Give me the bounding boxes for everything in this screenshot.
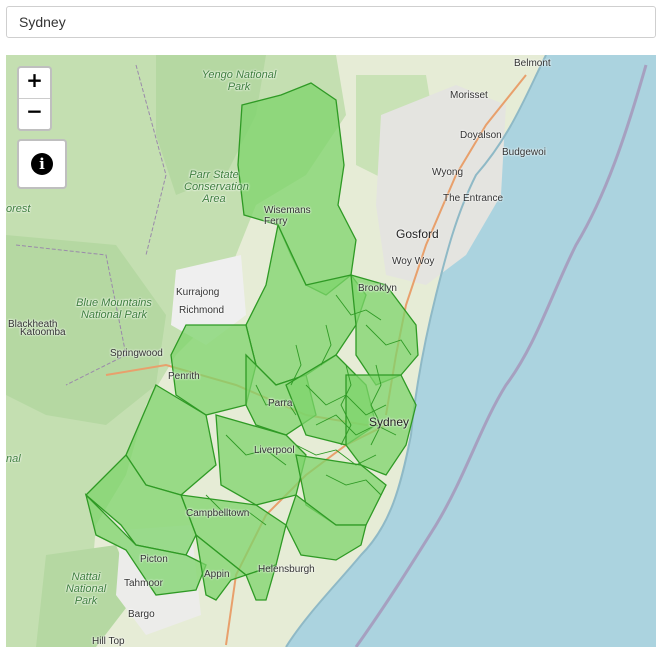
label-forest: orest [6,203,31,215]
label-tahmoor: Tahmoor [124,578,163,589]
label-budgewoi: Budgewoi [502,147,546,158]
label-appin: Appin [204,569,230,580]
label-liverpool: Liverpool [254,445,295,456]
map-tiles [6,55,648,647]
label-wisemans: Wisemans Ferry [264,205,311,227]
label-richmond: Richmond [179,305,225,316]
label-brooklyn: Brooklyn [358,283,397,294]
label-doyalson: Doyalson [460,130,502,141]
zoom-in-button[interactable]: + [19,68,50,98]
label-picton: Picton [140,554,168,565]
info-icon: i [31,153,53,175]
label-sydney: Sydney [369,415,410,429]
label-the-entrance: The Entrance [443,193,504,204]
label-belmont: Belmont [514,58,551,69]
label-campbelltown: Campbelltown [186,508,250,519]
label-nattai: Nattai National Park [65,571,107,607]
label-parramatta: Parra [268,398,293,409]
search-input[interactable]: Sydney [6,6,656,38]
zoom-control: + − [17,66,52,131]
label-penrith: Penrith [168,371,200,382]
label-gosford: Gosford [396,227,439,241]
label-nal: nal [6,453,21,465]
info-button[interactable]: i [17,139,67,189]
label-yengo: Yengo National Park [201,69,277,93]
label-morisset: Morisset [450,90,488,101]
label-springwood: Springwood [110,348,163,359]
label-wyong: Wyong [432,167,464,178]
zoom-out-button[interactable]: − [19,98,50,129]
label-kurrajong: Kurrajong [176,287,220,298]
label-katoomba: Katoomba [20,327,66,338]
map-view[interactable]: + − i Yengo National Park Belmont Moriss… [6,55,656,647]
label-blue-mountains: Blue Mountains National Park [76,297,152,321]
label-woy-woy: Woy Woy [392,256,435,267]
label-parr: Parr State Conservation Area [184,169,249,205]
urban-area [376,85,506,285]
label-hill-top: Hill Top [92,636,125,647]
label-bargo: Bargo [128,609,155,620]
label-helensburgh: Helensburgh [258,564,315,575]
